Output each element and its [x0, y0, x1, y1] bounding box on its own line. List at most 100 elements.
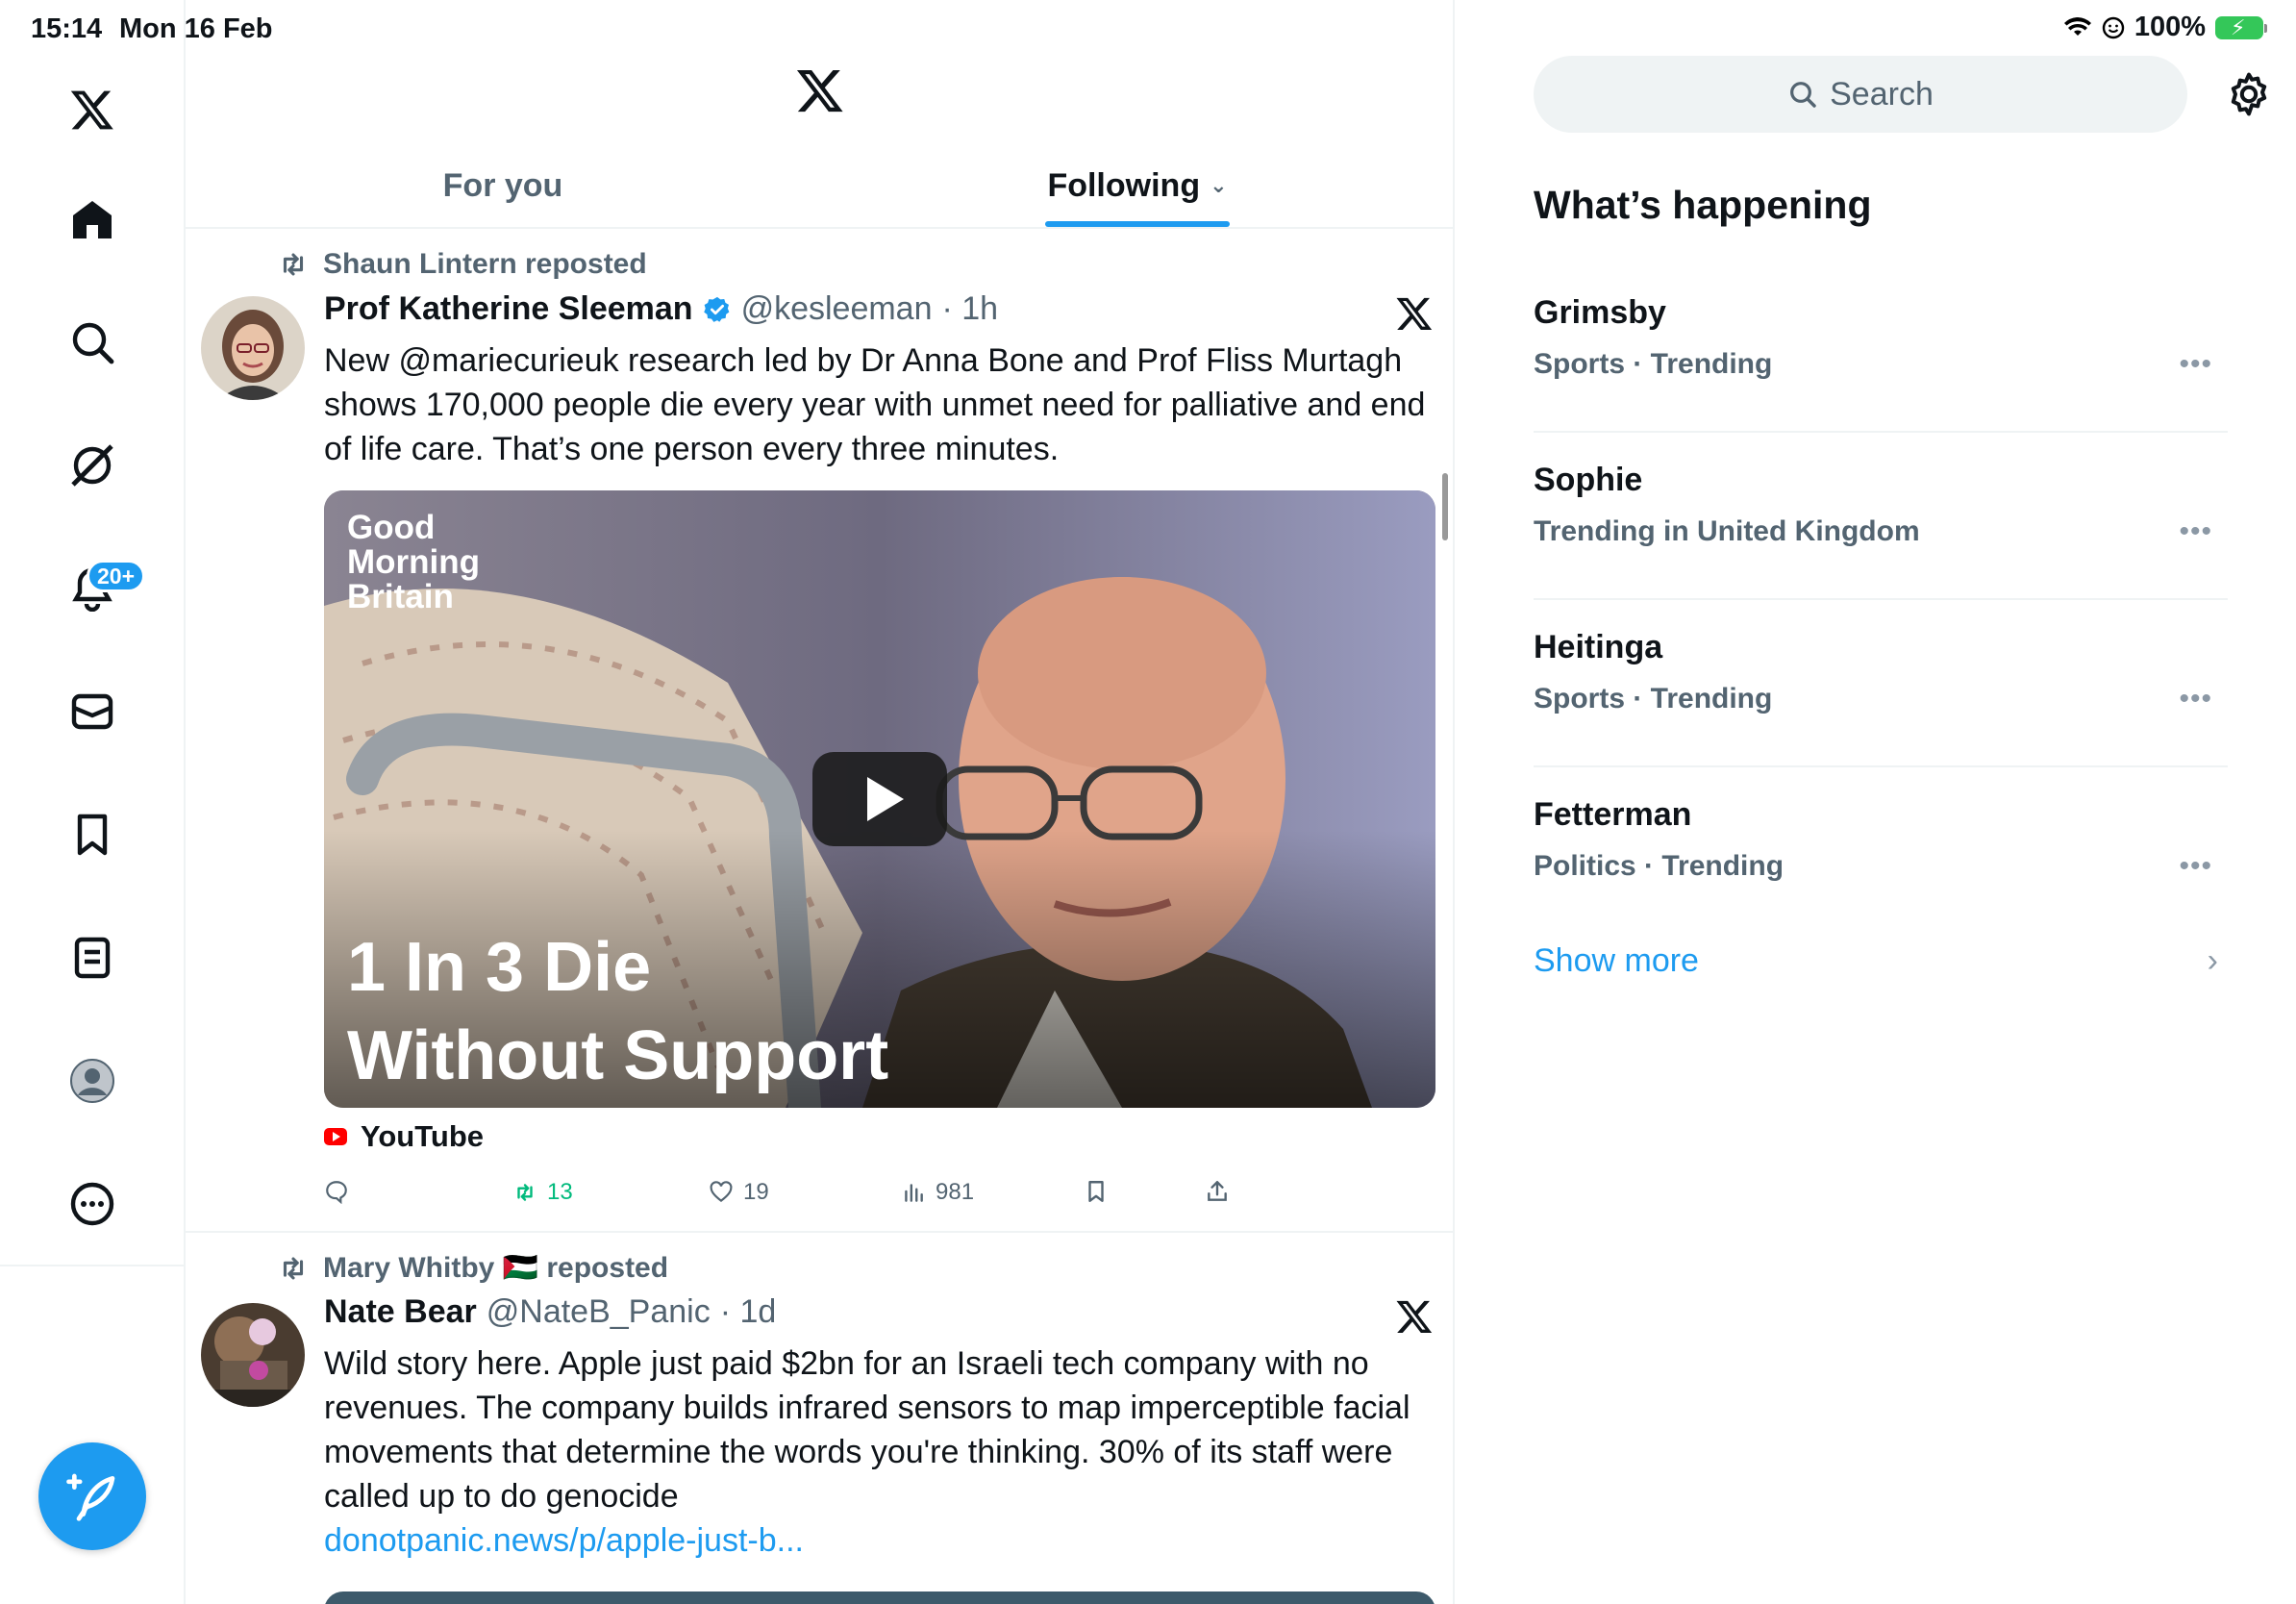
gear-icon[interactable]	[2226, 71, 2272, 117]
notifications-badge: 20+	[87, 560, 146, 592]
link-source-label: YouTube	[361, 1119, 484, 1153]
tweet[interactable]: Shaun Lintern reposted Prof Katherine Sl…	[186, 231, 1453, 1233]
trend-more-icon[interactable]: •••	[2179, 850, 2212, 883]
whats-happening-title: What’s happening	[1534, 183, 1872, 227]
repost-by: Shaun Lintern reposted	[323, 248, 647, 280]
tab-for-you[interactable]: For you	[186, 144, 820, 227]
tweet-header: Prof Katherine Sleeman @kesleeman · 1h	[324, 290, 998, 328]
tab-for-you-label: For you	[442, 166, 563, 204]
bookmarks-icon[interactable]	[54, 796, 131, 873]
trend-item[interactable]: Fetterman Politics · Trending •••	[1534, 767, 2228, 935]
trend-item[interactable]: Sophie Trending in United Kingdom •••	[1534, 433, 2228, 600]
trend-item[interactable]: Heitinga Sports · Trending •••	[1534, 600, 2228, 767]
show-more-link[interactable]: Show more ›	[1534, 942, 2228, 990]
show-more-label: Show more	[1534, 942, 1699, 979]
verified-badge-icon	[703, 296, 729, 322]
repost-count: 13	[547, 1179, 573, 1205]
trend-more-icon[interactable]: •••	[2179, 683, 2212, 715]
timeline-tabs: For you Following ⌄	[186, 144, 1453, 229]
youtube-icon	[324, 1128, 347, 1145]
repost-by: Mary Whitby 🇵🇸 reposted	[323, 1252, 669, 1284]
repost-icon	[283, 253, 304, 276]
tweet-link[interactable]: donotpanic.news/p/apple-just-b...	[324, 1522, 804, 1559]
trend-more-icon[interactable]: •••	[2179, 515, 2212, 548]
messages-icon[interactable]	[54, 673, 131, 750]
trend-item[interactable]: Grimsby Sports · Trending •••	[1534, 265, 2228, 433]
author-handle[interactable]: @kesleeman	[741, 290, 933, 328]
avatar[interactable]	[201, 1303, 305, 1407]
video-headline-line1: 1 In 3 Die	[347, 929, 651, 1006]
search-icon[interactable]	[54, 304, 131, 381]
timeline: For you Following ⌄ Shaun Lintern repost…	[186, 0, 1455, 1604]
repost-icon	[283, 1257, 304, 1279]
like-button[interactable]: 19	[709, 1179, 769, 1206]
left-nav: 20+	[0, 0, 186, 1604]
trend-name: Heitinga	[1534, 629, 1663, 665]
tweet-time: · 1h	[941, 290, 999, 327]
trend-meta: Sports · Trending	[1534, 683, 1773, 714]
profile-avatar-icon[interactable]	[54, 1042, 131, 1119]
tab-following-label: Following	[1047, 166, 1201, 204]
chevron-down-icon: ⌄	[1210, 173, 1228, 197]
views-chart-icon	[905, 1184, 923, 1202]
link-source[interactable]: YouTube	[324, 1119, 484, 1154]
view-count: 981	[936, 1179, 975, 1205]
gmb-logo-line3: Britain	[347, 578, 454, 615]
share-icon	[1208, 1181, 1227, 1201]
trend-meta: Sports · Trending	[1534, 348, 1773, 380]
search-input[interactable]: Search	[1534, 56, 2187, 133]
trend-more-icon[interactable]: •••	[2179, 348, 2212, 381]
tweet-body: Wild story here. Apple just paid $2bn fo…	[324, 1341, 1430, 1563]
views-button[interactable]: 981	[901, 1179, 974, 1206]
trend-name: Fetterman	[1534, 796, 1692, 833]
nav-divider	[0, 1265, 186, 1266]
avatar[interactable]	[201, 296, 305, 400]
repost-indicator: Mary Whitby 🇵🇸 reposted	[277, 1251, 668, 1285]
home-icon[interactable]	[54, 181, 131, 258]
tweet[interactable]: Mary Whitby 🇵🇸 reposted Nate Bear @NateB…	[186, 1234, 1453, 1604]
x-logo-icon	[1396, 1300, 1433, 1333]
x-logo-icon[interactable]	[54, 71, 131, 148]
x-logo-icon[interactable]	[795, 65, 845, 115]
bookmark-button[interactable]	[1084, 1179, 1109, 1204]
search-icon	[1790, 82, 1816, 108]
trend-name: Sophie	[1534, 462, 1643, 498]
tab-following[interactable]: Following ⌄	[820, 144, 1453, 227]
tweet-text: Wild story here. Apple just paid $2bn fo…	[324, 1345, 1410, 1515]
lists-icon[interactable]	[54, 919, 131, 996]
trend-name: Grimsby	[1534, 294, 1666, 331]
compose-feather-icon	[66, 1473, 115, 1521]
x-logo-icon	[1396, 297, 1433, 330]
author-handle[interactable]: @NateB_Panic	[487, 1293, 711, 1331]
author-name[interactable]: Nate Bear	[324, 1293, 477, 1331]
search-placeholder: Search	[1830, 75, 1934, 113]
video-headline-line2: Without Support	[347, 1017, 888, 1094]
right-sidebar: Search What’s happening Grimsby Sports ·…	[1457, 0, 2296, 1604]
more-options-icon[interactable]	[54, 1165, 131, 1242]
bookmark-icon	[1088, 1181, 1104, 1202]
author-name[interactable]: Prof Katherine Sleeman	[324, 290, 693, 328]
link-card-preview[interactable]	[324, 1591, 1435, 1604]
tweet-text: New @mariecurieuk research led by Dr Ann…	[324, 342, 1426, 467]
tweet-actions: 13 19 981	[324, 1179, 1285, 1217]
share-button[interactable]	[1205, 1179, 1230, 1204]
scrollbar-thumb[interactable]	[1442, 473, 1448, 540]
repost-indicator: Shaun Lintern reposted	[277, 248, 647, 281]
heart-icon	[710, 1181, 733, 1203]
reply-button[interactable]	[324, 1179, 349, 1204]
gmb-logo-line1: Good	[347, 509, 435, 546]
reply-icon	[326, 1181, 347, 1204]
tweet-time: · 1d	[719, 1293, 777, 1330]
chevron-right-icon: ›	[2207, 942, 2218, 979]
tweet-header: Nate Bear @NateB_Panic · 1d	[324, 1293, 776, 1331]
compose-post-button[interactable]	[38, 1442, 146, 1550]
video-thumbnail[interactable]: Good Morning Britain 1 In 3 Die Without …	[324, 490, 1435, 1108]
active-tab-indicator	[1045, 221, 1230, 227]
like-count: 19	[743, 1179, 769, 1205]
repost-button[interactable]: 13	[512, 1179, 573, 1206]
repost-icon	[517, 1184, 533, 1201]
gmb-logo-line2: Morning	[347, 543, 480, 581]
grok-icon[interactable]	[54, 427, 131, 504]
trend-meta: Trending in United Kingdom	[1534, 515, 1920, 547]
trend-meta: Politics · Trending	[1534, 850, 1784, 882]
